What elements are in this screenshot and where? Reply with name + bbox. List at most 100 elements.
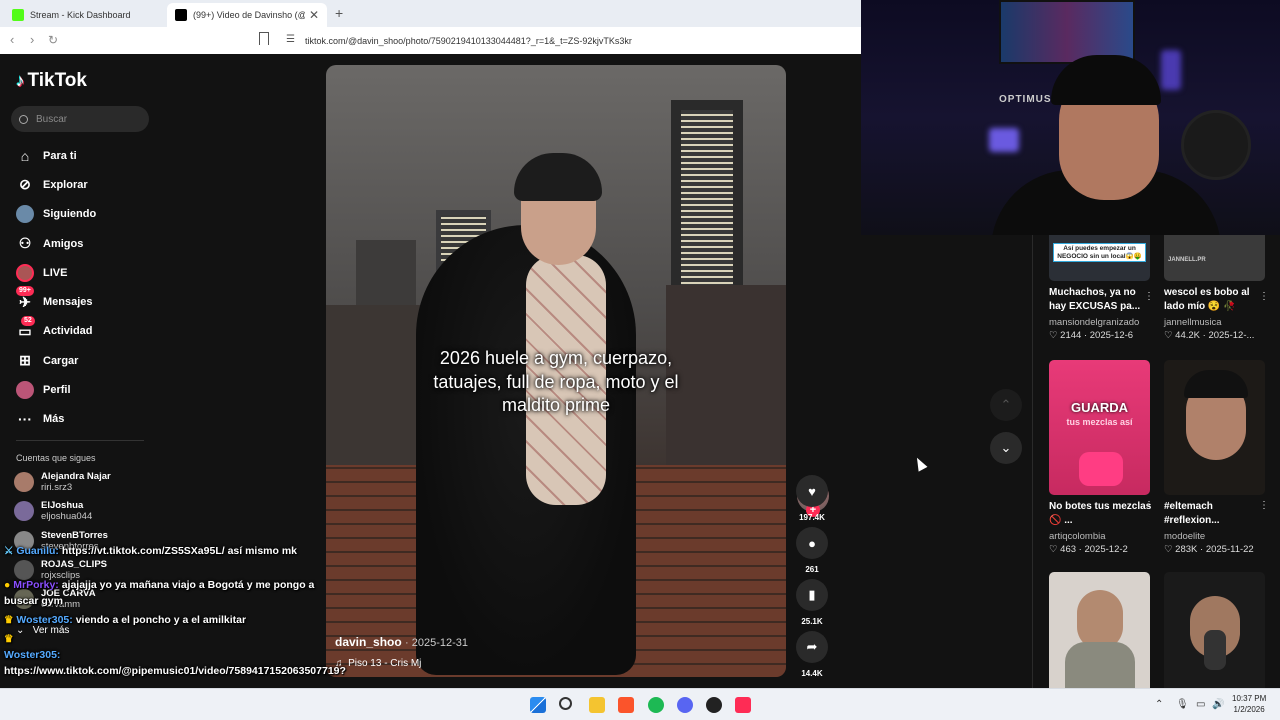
sidebar-item-perfil[interactable]: Perfil <box>16 375 156 404</box>
following-header: Cuentas que sigues <box>16 453 96 463</box>
card-title: #eltemach #reflexion... <box>1164 501 1220 526</box>
forward-icon[interactable]: › <box>30 33 34 47</box>
following-account[interactable]: Alejandra Najar riri.srz3 <box>14 468 164 496</box>
site-settings-icon[interactable]: ☰ <box>286 34 295 45</box>
spotify-icon[interactable] <box>648 697 664 713</box>
url-field[interactable]: tiktok.com/@davin_shoo/photo/75902194101… <box>305 36 632 46</box>
tab-kick-dashboard[interactable]: Stream - Kick Dashboard <box>4 3 164 27</box>
brave-browser-icon[interactable] <box>618 697 634 713</box>
chat-username: MrPorky: <box>13 579 59 591</box>
more-options-icon[interactable]: ⋮ <box>1259 500 1269 511</box>
heart-outline-icon: ♡ <box>1164 330 1173 341</box>
reload-icon[interactable]: ↻ <box>48 33 58 47</box>
video-thumbnail <box>1164 360 1265 495</box>
recommended-video-card[interactable]: ⋮ #eltemach #reflexion... modoelite ♡ 28… <box>1164 360 1269 555</box>
more-icon: ··· <box>18 411 32 428</box>
comment-button[interactable]: ● 261 <box>795 527 829 574</box>
account-name: ROJAS_CLIPS <box>41 559 107 570</box>
chat-message: ● MrPorky: ajajajja yo ya mañana viajo a… <box>4 577 334 609</box>
search-icon[interactable] <box>559 697 572 710</box>
browser-tab-bar: Stream - Kick Dashboard (99+) Video de D… <box>0 0 861 27</box>
bookmark-icon[interactable] <box>259 32 269 45</box>
obs-icon[interactable] <box>706 697 722 713</box>
activity-badge: 52 <box>21 315 35 326</box>
sidebar-item-mas[interactable]: ··· Más <box>16 405 156 434</box>
video-thumbnail <box>1049 572 1150 688</box>
recommended-video-card[interactable] <box>1164 572 1269 688</box>
card-title: No botes tus mezclas🚫 ... <box>1049 501 1152 526</box>
recommended-video-card[interactable]: Así puedes empezar un NEGOCIO sin un loc… <box>1049 235 1154 341</box>
recommended-video-card[interactable]: GUARDA tus mezclas así ⋮ No botes tus me… <box>1049 360 1154 555</box>
microphone-icon[interactable]: 🎙 <box>1176 699 1189 710</box>
save-button[interactable]: ▮ 25.1K <box>795 579 829 626</box>
chevron-up-icon: ⌃ <box>1000 397 1012 412</box>
card-user: modoelite <box>1164 531 1206 542</box>
card-meta: ♡ 44.2K · 2025-12-... <box>1164 330 1255 341</box>
video-thumbnail: Así puedes empezar un NEGOCIO sin un loc… <box>1049 235 1150 281</box>
logo-text: TikTok <box>27 70 87 91</box>
recommended-video-card[interactable]: JANNELL.PR ⋮ wescol es bobo al lado mío … <box>1164 235 1269 341</box>
tab-tiktok-video[interactable]: (99+) Video de Davinsho (@davin_shoo ✕ <box>167 3 327 27</box>
discord-icon[interactable] <box>677 697 693 713</box>
search-input[interactable]: Buscar <box>11 106 149 132</box>
recommended-video-card[interactable] <box>1049 572 1154 688</box>
more-options-icon[interactable]: ⋮ <box>1259 291 1269 302</box>
video-player[interactable]: 2026 huele a gym, cuerpazo, tatuajes, fu… <box>326 65 786 677</box>
card-user: mansiondelgranizado <box>1049 317 1140 328</box>
address-bar: ‹ › ↻ ☰ tiktok.com/@davin_shoo/photo/759… <box>0 27 861 54</box>
volume-icon[interactable]: 🔊 <box>1212 699 1224 710</box>
heart-outline-icon: ♡ <box>1164 544 1173 555</box>
previous-video-button[interactable]: ⌃ <box>990 389 1022 421</box>
card-meta: ♡ 283K · 2025-11-22 <box>1164 544 1254 555</box>
cap-shape <box>1184 370 1248 398</box>
account-name: StevenBTorres <box>41 530 108 541</box>
video-song[interactable]: ♫ Piso 13 - Cris Mj <box>335 658 421 669</box>
sidebar-item-live[interactable]: LIVE <box>16 258 156 287</box>
video-date: 2025-12-31 <box>411 637 469 649</box>
sidebar-item-actividad[interactable]: ▭ 52 Actividad <box>16 315 156 346</box>
chat-text: https://vt.tiktok.com/ZS5SXa95L/ así mis… <box>61 545 298 557</box>
sidebar-item-mensajes[interactable]: ✈ 99+ Mensajes <box>16 286 156 316</box>
sidebar-item-explorar[interactable]: ⊘ Explorar <box>16 170 156 199</box>
sidebar-item-label: Cargar <box>43 354 79 367</box>
heart-outline-icon: ♡ <box>1049 544 1058 555</box>
more-options-icon[interactable]: ⋮ <box>1144 291 1154 302</box>
card-title: wescol es bobo al lado mío 😵 🥀 <box>1164 287 1250 312</box>
chat-message: ♛ Woster305: viendo a el poncho y a el a… <box>4 612 334 628</box>
sidebar-item-label: Actividad <box>43 325 93 338</box>
sidebar-item-amigos[interactable]: ⚇ Amigos <box>16 229 156 258</box>
tiktok-logo[interactable]: ♪ TikTok <box>16 70 87 92</box>
network-icon[interactable]: ▭ <box>1196 699 1205 710</box>
sidebar-item-para-ti[interactable]: ⌂ Para ti <box>16 141 156 170</box>
file-explorer-icon[interactable] <box>589 697 605 713</box>
next-video-button[interactable]: ⌄ <box>990 432 1022 464</box>
avatar <box>14 501 34 521</box>
video-thumbnail <box>1164 572 1265 688</box>
comment-count: 261 <box>805 565 819 574</box>
thumbnail-subtext: tus mezclas así <box>1066 417 1133 427</box>
following-account[interactable]: ElJoshua eljoshua044 <box>14 497 164 525</box>
chat-username: Guanilu: <box>16 545 59 557</box>
sidebar-item-cargar[interactable]: ⊞ Cargar <box>16 346 156 375</box>
windows-start-icon[interactable] <box>530 697 546 713</box>
tiktok-note-icon: ♪ <box>16 71 25 90</box>
system-clock[interactable]: 10:37 PM 1/2/2026 <box>1232 693 1266 715</box>
account-handle: eljoshua044 <box>41 511 93 522</box>
close-tab-icon[interactable]: ✕ <box>309 8 319 22</box>
sidebar-item-label: Más <box>43 413 65 426</box>
more-options-icon[interactable]: ⋮ <box>1144 500 1154 511</box>
badge-icon: ● <box>4 579 11 591</box>
new-tab-icon[interactable]: + <box>335 5 343 21</box>
like-button[interactable]: ♥ 197.4K <box>795 475 829 522</box>
kick-favicon-icon <box>12 9 24 21</box>
tiktok-app-icon[interactable] <box>735 697 751 713</box>
crown-icon: ♛ <box>4 633 14 645</box>
share-button[interactable]: ➦ 14.4K <box>795 631 829 678</box>
video-author[interactable]: davin_shoo · 2025-12-31 <box>335 635 468 649</box>
tray-chevron-icon[interactable]: ⌃ <box>1155 699 1163 710</box>
back-icon[interactable]: ‹ <box>10 33 14 47</box>
sidebar-item-label: Siguiendo <box>43 208 97 221</box>
friends-icon: ⚇ <box>18 235 32 252</box>
sidebar-item-siguiendo[interactable]: Siguiendo <box>16 200 156 229</box>
search-placeholder: Buscar <box>36 113 68 125</box>
